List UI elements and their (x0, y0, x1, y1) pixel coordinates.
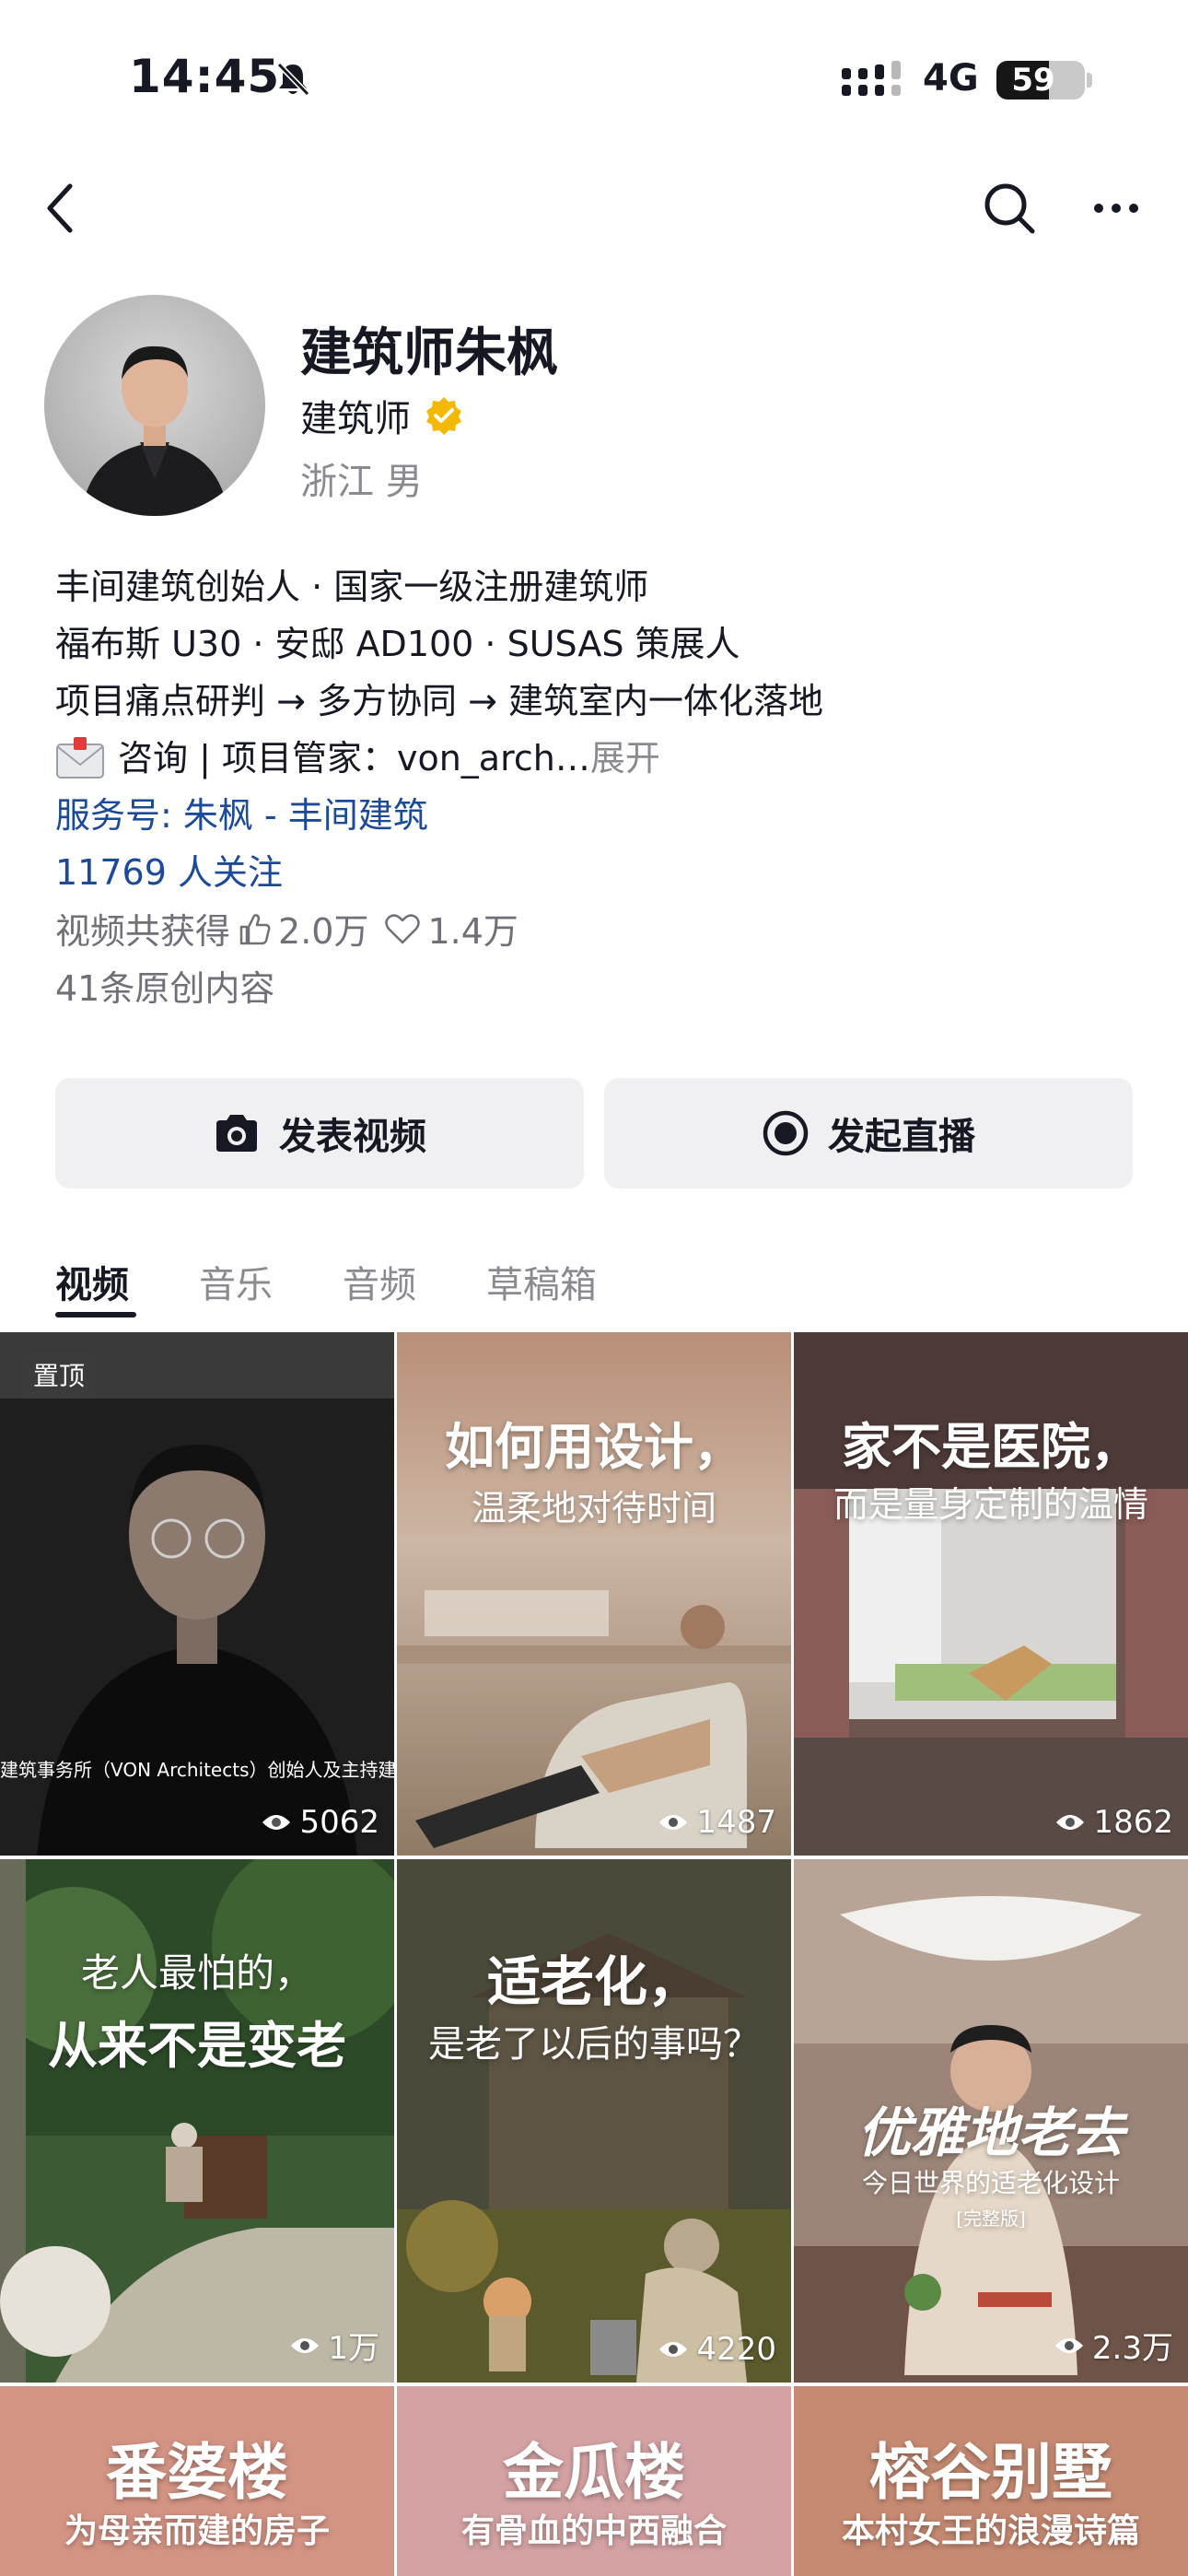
back-button[interactable] (24, 171, 98, 245)
video-title: 如何用设计， (445, 1417, 743, 1476)
eye-icon (262, 1815, 291, 1830)
bell-muted-icon (276, 62, 310, 97)
video-title: 老人最怕的， (80, 1950, 313, 1996)
view-count-value: 1万 (328, 2330, 379, 2367)
video-tile-4[interactable]: 老人最怕的， 从来不是变老 1万 (0, 1859, 394, 2383)
tab-drafts[interactable]: 草稿箱 (486, 1255, 597, 1308)
view-count: 4220 (658, 2331, 776, 2368)
video-subtitle: 是老了以后的事吗？ (428, 2023, 760, 2066)
heart-icon (385, 913, 421, 943)
video-subtitle: 而是量身定制的温情 (833, 1484, 1148, 1525)
view-count: 1862 (1054, 1804, 1173, 1841)
likes-summary: 视频共获得 2.0万 1.4万 (55, 903, 518, 954)
bio-line-3: 项目痛点研判 → 多方协同 → 建筑室内一体化落地 (55, 681, 823, 721)
post-video-button[interactable]: 发表视频 (55, 1078, 584, 1188)
video-tile-8[interactable]: 金瓜楼 有骨血的中西融合 (397, 2386, 791, 2576)
video-badge: [完整版] (956, 2207, 1026, 2230)
eye-icon (1054, 2337, 1083, 2353)
camera-icon (216, 1115, 257, 1152)
tab-music[interactable]: 音乐 (199, 1255, 273, 1308)
profile-bio: 丰间建筑创始人 · 国家一级注册建筑师 福布斯 U30 · 安邸 AD100 ·… (55, 558, 1142, 787)
bio-contact: 咨询 | 项目管家：von_arch… (118, 738, 590, 779)
video-title: 榕谷别墅 (869, 2436, 1112, 2508)
video-subtitle: 有骨血的中西融合 (460, 2512, 727, 2550)
battery-tip (1087, 73, 1092, 88)
chevron-left-icon (47, 183, 73, 233)
battery-icon: 59 (996, 61, 1085, 100)
status-bar: 14:45 4G 59 (0, 0, 1188, 157)
more-dots-icon (1094, 204, 1138, 213)
view-count: 1万 (289, 2323, 379, 2368)
view-count: 2.3万 (1054, 2323, 1173, 2368)
followers-count[interactable]: 11769 人关注 (55, 844, 283, 895)
view-count: 5062 (261, 1804, 379, 1841)
bio-line-1: 丰间建筑创始人 · 国家一级注册建筑师 (55, 567, 649, 607)
video-title: 适老化， (486, 1950, 701, 2013)
thumbs-count: 2.0万 (278, 911, 369, 952)
video-tile-5[interactable]: 适老化， 是老了以后的事吗？ 4220 (397, 1859, 791, 2383)
bio-line-4: 咨询 | 项目管家：von_arch… 展开 (55, 730, 1142, 787)
bio-line-2: 福布斯 U30 · 安邸 AD100 · SUSAS 策展人 (55, 624, 740, 664)
video-tile-9[interactable]: 榕谷别墅 本村女王的浪漫诗篇 (794, 2386, 1188, 2576)
signal-icon (842, 61, 901, 96)
video-title: 优雅地老去 (856, 2102, 1124, 2164)
go-live-label: 发起直播 (828, 1116, 975, 1158)
profile-role: 建筑师 (300, 389, 464, 442)
tab-audio[interactable]: 音频 (343, 1255, 416, 1308)
eye-icon (291, 2337, 320, 2353)
role-label: 建筑师 (300, 398, 411, 440)
view-count-value: 1487 (696, 1804, 776, 1841)
envelope-icon (56, 737, 104, 779)
profile-location-gender: 浙江 男 (300, 461, 423, 503)
likes-prefix: 视频共获得 (55, 911, 231, 952)
network-type: 4G (923, 57, 979, 100)
search-icon (984, 183, 1035, 234)
go-live-button[interactable]: 发起直播 (604, 1078, 1133, 1188)
video-caption: 建筑事务所（VON Architects）创始人及主持建 (0, 1759, 394, 1781)
hearts-count: 1.4万 (427, 911, 518, 952)
status-time: 14:45 (129, 50, 281, 103)
verified-badge-icon (426, 397, 461, 435)
tab-videos[interactable]: 视频 (55, 1255, 129, 1308)
original-content-count: 41条原创内容 (55, 968, 275, 1009)
bio-expand-link[interactable]: 展开 (590, 730, 660, 787)
eye-icon (659, 2342, 688, 2357)
video-tile-7[interactable]: 番婆楼 为母亲而建的房子 (0, 2386, 394, 2576)
search-button[interactable] (973, 171, 1046, 245)
video-subtitle: 本村女王的浪漫诗篇 (841, 2512, 1140, 2550)
video-subtitle: 从来不是变老 (48, 2016, 346, 2075)
more-button[interactable] (1079, 171, 1153, 245)
video-title: 家不是医院， (842, 1417, 1140, 1476)
video-tile-1[interactable]: 置顶 建筑事务所（VON Architects）创始人及主持建 5062 (0, 1332, 394, 1856)
post-video-label: 发表视频 (279, 1116, 426, 1158)
tab-active-indicator (55, 1312, 136, 1317)
profile-name: 建筑师朱枫 (300, 323, 558, 383)
video-subtitle: 温柔地对待时间 (471, 1488, 716, 1528)
video-tile-3[interactable]: 家不是医院， 而是量身定制的温情 1862 (794, 1332, 1188, 1856)
video-subtitle: 为母亲而建的房子 (64, 2512, 330, 2550)
view-count-value: 2.3万 (1091, 2330, 1173, 2367)
avatar[interactable] (44, 295, 265, 516)
video-tile-6[interactable]: 优雅地老去 今日世界的适老化设计 [完整版] 2.3万 (794, 1859, 1188, 2383)
battery-percent: 59 (1011, 62, 1055, 99)
live-record-icon (763, 1110, 809, 1156)
view-count: 1487 (658, 1804, 776, 1841)
thumbs-up-icon (239, 913, 271, 944)
view-count-value: 4220 (696, 2331, 776, 2368)
pinned-badge: 置顶 (20, 1352, 99, 1397)
view-count-value: 5062 (299, 1804, 379, 1841)
video-title: 番婆楼 (106, 2436, 288, 2508)
eye-icon (659, 1815, 688, 1830)
video-title: 金瓜楼 (503, 2436, 685, 2508)
video-subtitle: 今日世界的适老化设计 (861, 2168, 1120, 2198)
service-account-link[interactable]: 服务号: 朱枫 - 丰间建筑 (55, 787, 428, 837)
eye-icon (1056, 1815, 1085, 1830)
video-tile-2[interactable]: 如何用设计， 温柔地对待时间 1487 (397, 1332, 791, 1856)
view-count-value: 1862 (1093, 1804, 1173, 1841)
